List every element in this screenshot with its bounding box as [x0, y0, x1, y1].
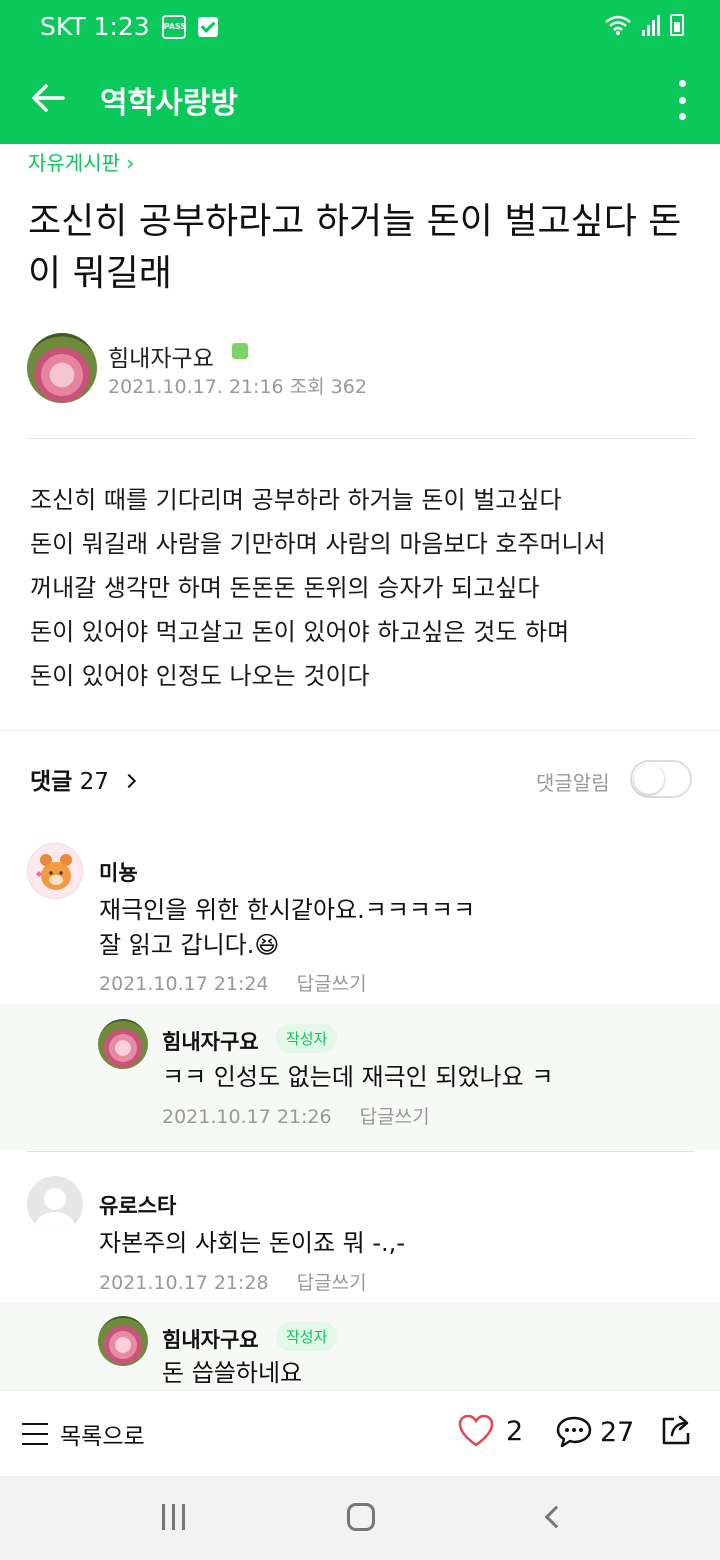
battery-icon [670, 14, 684, 36]
default-avatar-icon[interactable] [27, 1176, 83, 1232]
like-button[interactable]: 2 [458, 1415, 523, 1447]
post-title: 조신히 공부하라고 하거늘 돈이 벌고싶다 돈이 뭐길래 [28, 201, 682, 294]
system-back-button[interactable] [544, 1505, 568, 1529]
reply-author-name[interactable]: 힘내자구요 [162, 1026, 259, 1056]
reply-link[interactable]: 답글쓰기 [297, 1272, 367, 1294]
comment-button[interactable]: 27 [556, 1415, 634, 1449]
comment-alarm-label: 댓글알림 [536, 771, 610, 795]
status-bar: SKT 1:23 PASS [0, 0, 720, 56]
recent-apps-button[interactable] [162, 1504, 185, 1530]
reply-text: 돈 씁쓸하네요 [162, 1359, 303, 1387]
comment-text: 자본주의 사회는 돈이죠 뭐 -.,- [99, 1229, 405, 1257]
divider [27, 438, 695, 439]
author-name[interactable]: 힘내자구요 [108, 339, 214, 373]
share-icon [662, 1415, 690, 1445]
post-body-line: 꺼내갈 생각만 하며 돈돈돈 돈위의 승자가 되고싶다 [30, 574, 540, 602]
reply-author-avatar[interactable] [98, 1019, 148, 1069]
author-tag: 작성자 [276, 1322, 338, 1351]
comments-count-link[interactable]: 댓글 27 [30, 762, 137, 796]
bottom-toolbar: 목록으로 2 27 [0, 1390, 720, 1476]
status-icons [604, 14, 684, 36]
reply-meta: 2021.10.17 21:26 답글쓰기 [162, 1102, 430, 1129]
cafe-title: 역학사랑방 [100, 86, 238, 121]
divider [0, 730, 720, 731]
speech-bubble-icon [556, 1416, 592, 1448]
reply-author-avatar[interactable] [98, 1316, 148, 1366]
commenter-name[interactable]: 유로스타 [99, 1190, 176, 1220]
commenter-avatar[interactable] [27, 843, 83, 899]
bear-character-icon [36, 854, 72, 890]
commenter-name[interactable]: 미뇽 [99, 857, 138, 887]
check-icon [197, 16, 218, 37]
pass-icon: PASS [161, 14, 186, 39]
comments-count: 27 [79, 769, 109, 795]
comment-text: 재극인을 위한 한시같아요.ㅋㅋㅋㅋㅋ [99, 896, 476, 924]
reply-text: ㅋㅋ 인성도 없는데 재극인 되었나요 ㅋ [162, 1063, 554, 1091]
comment-text: 잘 읽고 갑니다.😆 [99, 931, 280, 959]
post-body: 조신히 때를 기다리며 공부하라 하거늘 돈이 벌고싶다 돈이 뭐길래 사람을 … [30, 478, 700, 698]
author-avatar[interactable] [27, 333, 97, 403]
comments-label: 댓글 [30, 769, 73, 795]
reply-author-name[interactable]: 힘내자구요 [162, 1324, 259, 1354]
like-count: 2 [506, 1415, 524, 1447]
share-button[interactable] [660, 1413, 694, 1447]
more-options-button[interactable] [676, 80, 688, 120]
app-bar: 역학사랑방 [0, 56, 720, 144]
arrow-left-icon [32, 84, 65, 112]
comment-meta: 2021.10.17 21:24 답글쓰기 [99, 969, 367, 996]
member-level-icon [232, 343, 248, 359]
back-button[interactable] [26, 76, 70, 120]
system-nav-bar [0, 1476, 720, 1560]
toggle-knob [634, 764, 664, 794]
reply-link[interactable]: 답글쓰기 [297, 973, 367, 995]
status-left: SKT 1:23 PASS [40, 12, 218, 41]
post-date-views: 2021.10.17. 21:16 조회 362 [108, 376, 367, 398]
comment-meta: 2021.10.17 21:28 답글쓰기 [99, 1268, 367, 1295]
divider [27, 1151, 695, 1152]
comment-alarm-toggle[interactable] [630, 760, 692, 798]
carrier-time: SKT 1:23 [40, 12, 150, 41]
heart-icon [458, 1415, 494, 1447]
home-button[interactable] [347, 1503, 375, 1531]
back-to-list-label: 목록으로 [60, 1424, 145, 1450]
signal-icon [642, 14, 660, 36]
board-link[interactable]: 자유게시판 › [28, 147, 134, 176]
reply-date: 2021.10.17 21:26 [162, 1106, 332, 1128]
back-to-list-button[interactable]: 목록으로 [22, 1417, 145, 1451]
comment-date: 2021.10.17 21:24 [99, 973, 269, 995]
post-body-line: 돈이 뭐길래 사람을 기만하며 사람의 마음보다 호주머니서 [30, 530, 606, 558]
comment-date: 2021.10.17 21:28 [99, 1272, 269, 1294]
post-body-line: 조신히 때를 기다리며 공부하라 하거늘 돈이 벌고싶다 [30, 486, 562, 514]
author-tag: 작성자 [276, 1024, 338, 1053]
chevron-right-icon [122, 773, 137, 789]
post-body-line: 돈이 있어야 인정도 나오는 것이다 [30, 662, 370, 690]
comment-count: 27 [600, 1416, 635, 1448]
reply-link[interactable]: 답글쓰기 [360, 1106, 430, 1128]
wifi-icon [605, 15, 631, 35]
post-body-line: 돈이 있어야 먹고살고 돈이 있어야 하고싶은 것도 하며 [30, 618, 570, 646]
list-icon [22, 1423, 48, 1445]
